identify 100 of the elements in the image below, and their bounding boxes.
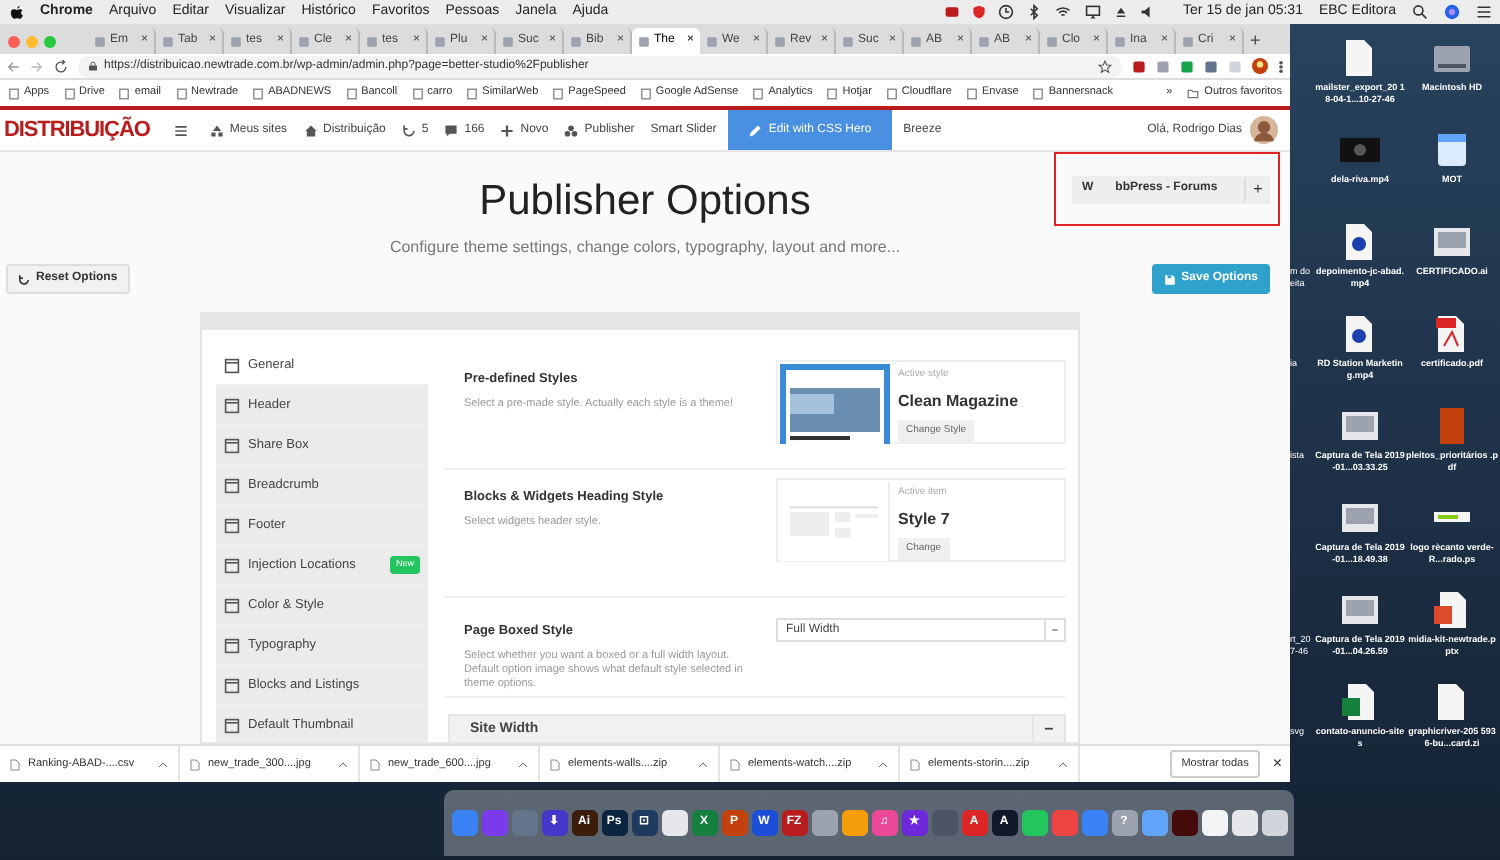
apple-logo-icon[interactable] bbox=[10, 4, 24, 20]
favicon-icon bbox=[978, 35, 990, 47]
more-icon[interactable] bbox=[1278, 59, 1284, 73]
reload-icon[interactable] bbox=[54, 59, 68, 73]
bookmark-icon bbox=[885, 87, 898, 99]
dock-app-icon[interactable] bbox=[1261, 810, 1287, 836]
bookmark-icon bbox=[752, 87, 765, 99]
file-icon[interactable] bbox=[1432, 130, 1472, 170]
add-tab-button[interactable]: + bbox=[1243, 177, 1271, 201]
siri-icon[interactable] bbox=[1444, 4, 1460, 20]
file-icon bbox=[370, 757, 380, 771]
panel-icon bbox=[224, 717, 240, 733]
favicon-icon bbox=[94, 35, 106, 47]
bookmark-icon bbox=[345, 87, 358, 99]
folder-icon bbox=[1186, 87, 1201, 99]
favicon-icon bbox=[230, 35, 242, 47]
panel-icon bbox=[224, 357, 240, 373]
caret-icon bbox=[878, 759, 888, 769]
bookmark-icon bbox=[411, 87, 424, 99]
caret-icon bbox=[698, 759, 708, 769]
active-style-name: Style 7 bbox=[898, 507, 950, 531]
back-icon[interactable] bbox=[6, 59, 20, 73]
file-icon[interactable] bbox=[1432, 590, 1472, 630]
search-icon[interactable] bbox=[1412, 4, 1428, 20]
dock-app-icon[interactable] bbox=[841, 810, 867, 836]
home-icon bbox=[303, 123, 318, 137]
file-icon[interactable] bbox=[1340, 682, 1380, 722]
close-button[interactable]: × bbox=[1272, 752, 1282, 776]
display-icon[interactable] bbox=[1083, 4, 1102, 20]
bookmark-icon bbox=[639, 87, 652, 99]
favicon-icon bbox=[638, 35, 650, 47]
panel-icon bbox=[224, 637, 240, 653]
status-icon[interactable] bbox=[943, 4, 960, 20]
file-icon bbox=[190, 757, 200, 771]
page-subtitle: Configure theme settings, change colors, typography, layout and more... bbox=[389, 236, 901, 260]
dock-app-icon[interactable] bbox=[1021, 810, 1047, 836]
shield-icon[interactable] bbox=[971, 4, 986, 20]
bluetooth-icon[interactable] bbox=[1025, 4, 1042, 20]
bookmark-icon bbox=[965, 87, 978, 99]
dock-app-icon[interactable] bbox=[661, 810, 687, 836]
eject-icon[interactable] bbox=[1113, 4, 1128, 20]
bookmark-icon bbox=[63, 87, 76, 99]
dock-app-icon[interactable] bbox=[1171, 810, 1197, 836]
list-icon[interactable] bbox=[1476, 4, 1492, 20]
bookmark-icon bbox=[1032, 87, 1045, 99]
star-icon[interactable] bbox=[1098, 59, 1112, 73]
new-tab-button[interactable]: + bbox=[1250, 28, 1261, 54]
page-title: Publisher Options bbox=[479, 176, 811, 228]
file-icon bbox=[10, 757, 20, 771]
dock-app-icon[interactable] bbox=[1201, 810, 1227, 836]
wifi-icon[interactable] bbox=[1053, 4, 1072, 20]
panel-icon bbox=[224, 477, 240, 493]
panel-icon bbox=[224, 517, 240, 533]
avatar-icon bbox=[1250, 116, 1278, 144]
file-icon bbox=[730, 757, 740, 771]
clock-icon[interactable] bbox=[997, 4, 1014, 20]
caret-icon bbox=[158, 759, 168, 769]
network-icon bbox=[209, 123, 224, 137]
panel-icon bbox=[224, 557, 240, 573]
favicon-icon bbox=[1046, 35, 1058, 47]
file-icon[interactable] bbox=[1340, 406, 1380, 446]
favicon-icon bbox=[1114, 35, 1126, 47]
cluster-icon bbox=[564, 123, 579, 137]
file-icon bbox=[550, 757, 560, 771]
bookmark-icon bbox=[175, 87, 188, 99]
bookmark-icon bbox=[466, 87, 479, 99]
bookmark-icon bbox=[552, 87, 565, 99]
favicon-icon bbox=[570, 35, 582, 47]
favicon-icon bbox=[842, 35, 854, 47]
caret-icon bbox=[1058, 759, 1068, 769]
menu-icon[interactable] bbox=[173, 123, 188, 137]
site-logo[interactable]: DISTRIBUIÇÃO bbox=[0, 113, 154, 147]
caret-icon bbox=[518, 759, 528, 769]
panel-icon bbox=[224, 677, 240, 693]
favicon-icon bbox=[1182, 35, 1194, 47]
bookmark-icon bbox=[118, 87, 131, 99]
file-icon[interactable] bbox=[1432, 222, 1472, 262]
favicon-icon bbox=[434, 35, 446, 47]
refresh-icon bbox=[401, 123, 416, 137]
favicon-icon bbox=[502, 35, 514, 47]
lock-icon bbox=[88, 60, 98, 72]
caret-icon bbox=[338, 759, 348, 769]
panel-icon bbox=[224, 397, 240, 413]
refresh-icon bbox=[18, 273, 30, 285]
panel-icon bbox=[224, 597, 240, 613]
bookmark-icon bbox=[8, 87, 20, 99]
file-icon[interactable] bbox=[1340, 498, 1380, 538]
favicon-icon bbox=[366, 35, 378, 47]
favicon-icon bbox=[910, 35, 922, 47]
avatar-icon[interactable] bbox=[1252, 58, 1268, 74]
bookmark-icon bbox=[826, 87, 839, 99]
comment-icon bbox=[444, 123, 459, 137]
caret-icon bbox=[1044, 620, 1064, 640]
file-icon[interactable] bbox=[1340, 590, 1380, 630]
file-icon bbox=[910, 757, 920, 771]
volume-icon[interactable] bbox=[1139, 4, 1156, 20]
dock-app-icon[interactable] bbox=[1231, 810, 1257, 836]
favicon-icon bbox=[774, 35, 786, 47]
plus-icon bbox=[500, 123, 515, 137]
favicon-icon bbox=[162, 35, 174, 47]
